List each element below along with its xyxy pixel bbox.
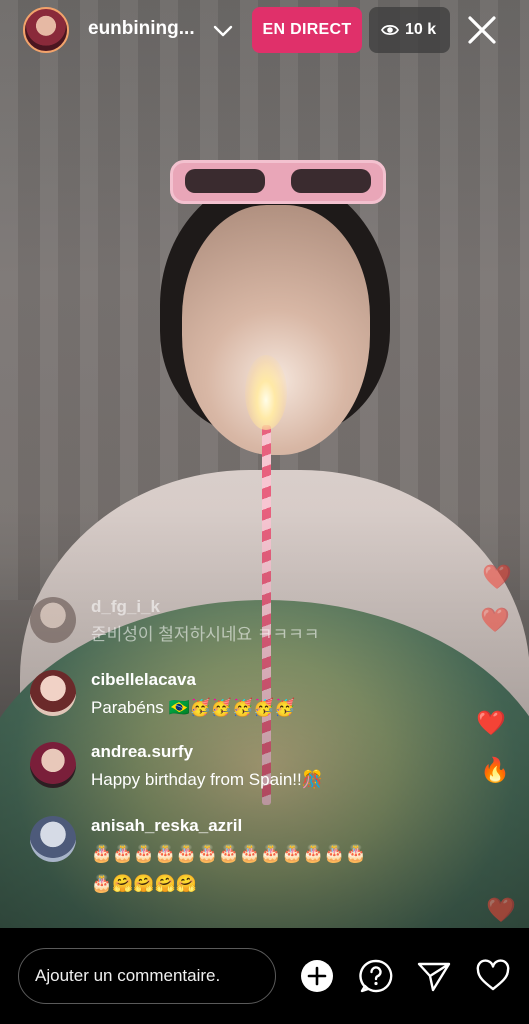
share-button[interactable]	[416, 958, 452, 994]
viewer-count: 10 k	[405, 21, 437, 38]
comment-text: Happy birthday from Spain!!🎊	[91, 770, 323, 789]
live-top-bar: eunbining... EN DIRECT 10 k	[0, 0, 529, 62]
comment-text: 🎂🎂🎂🎂🎂🎂🎂🎂🎂🎂🎂🎂🎂	[91, 844, 367, 863]
avatar[interactable]	[30, 670, 76, 716]
party-glasses	[170, 160, 386, 204]
comment-username[interactable]: d_fg_i_k	[91, 597, 160, 617]
comment-text: 준비성이 철저하시네요 ㅋㅋㅋㅋ	[91, 625, 320, 644]
close-icon[interactable]	[466, 14, 498, 46]
candle-flame	[245, 355, 287, 430]
eye-icon	[381, 24, 399, 36]
live-bottom-bar	[0, 928, 529, 1024]
avatar[interactable]	[30, 597, 76, 643]
question-button[interactable]	[358, 958, 394, 994]
add-button[interactable]	[299, 958, 335, 994]
send-icon	[417, 962, 451, 992]
like-button[interactable]	[475, 958, 511, 994]
heart-reaction-icon: ❤️	[486, 897, 516, 924]
heart-reaction-icon: ❤️	[482, 564, 512, 591]
avatar[interactable]	[30, 816, 76, 862]
host-username[interactable]: eunbining...	[88, 18, 200, 40]
heart-reaction-icon: ❤️	[476, 710, 506, 737]
avatar[interactable]	[30, 742, 76, 788]
question-icon	[359, 959, 393, 993]
comment-username[interactable]: anisah_reska_azril	[91, 816, 242, 836]
fire-reaction-icon: 🔥	[480, 757, 510, 784]
add-icon	[301, 960, 333, 992]
chevron-down-icon[interactable]	[210, 18, 236, 44]
host-avatar[interactable]	[23, 7, 69, 53]
comment-input[interactable]	[18, 948, 276, 1004]
comment-username[interactable]: cibellelacava	[91, 670, 196, 690]
comment-username[interactable]: andrea.surfy	[91, 742, 193, 762]
viewer-count-badge[interactable]: 10 k	[369, 7, 450, 53]
heart-reaction-icon: ❤️	[480, 607, 510, 634]
heart-icon	[476, 959, 510, 991]
live-badge: EN DIRECT	[252, 7, 362, 53]
comment-text: Parabéns 🇧🇷🥳🥳🥳🥳🥳	[91, 698, 296, 717]
comment-text-line2: 🎂🤗🤗🤗🤗	[91, 874, 197, 893]
